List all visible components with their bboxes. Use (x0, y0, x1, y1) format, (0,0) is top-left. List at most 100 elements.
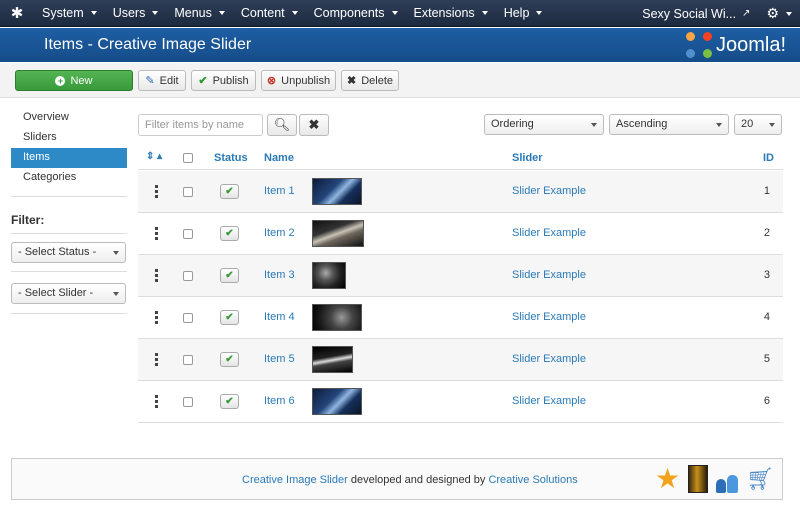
footer-icons: ★ 🛒︎ (655, 465, 774, 493)
direction-select[interactable]: Ascending (609, 114, 729, 135)
company-link[interactable]: Creative Solutions (488, 474, 577, 486)
search-input[interactable]: Filter items by name (138, 114, 263, 136)
sidebar-item-categories[interactable]: Categories (11, 168, 127, 188)
chevron-down-icon (786, 11, 792, 16)
item-name-link[interactable]: Item 4 (264, 311, 295, 323)
sidebar-item-overview[interactable]: Overview (11, 108, 127, 128)
table-row: ✔ Item 1 Slider Example 1 (138, 171, 783, 213)
menu-extensions[interactable]: Extensions (406, 0, 496, 27)
item-name-link[interactable]: Item 5 (264, 353, 295, 365)
select-status-dropdown[interactable]: - Select Status - (11, 242, 126, 263)
user-settings-menu[interactable]: ⚙ (758, 0, 800, 27)
slider-link[interactable]: Slider Example (512, 311, 586, 323)
edit-button[interactable]: ✎ Edit (138, 70, 186, 91)
sidebar-item-sliders[interactable]: Sliders (11, 128, 127, 148)
edit-icon: ✎ (145, 75, 155, 87)
publish-button[interactable]: ✔ Publish (191, 70, 256, 91)
slider-link[interactable]: Slider Example (512, 269, 586, 281)
published-toggle[interactable]: ✔ (220, 184, 239, 199)
delete-button[interactable]: ✖ Delete (341, 70, 399, 91)
chevron-down-icon (769, 123, 775, 127)
unpublish-button[interactable]: ⊗ Unpublish (261, 70, 336, 91)
item-id: 6 (763, 395, 770, 407)
drag-handle-icon[interactable] (155, 269, 159, 282)
menu-menus[interactable]: Menus (166, 0, 233, 27)
star-icon[interactable]: ★ (655, 465, 680, 493)
check-icon: ✔ (198, 75, 208, 87)
table-row: ✔ Item 5 Slider Example 5 (138, 339, 783, 381)
item-name-link[interactable]: Item 1 (264, 185, 295, 197)
limit-select[interactable]: 20 (734, 114, 782, 135)
table-row: ✔ Item 2 Slider Example 2 (138, 213, 783, 255)
menu-system[interactable]: System (34, 0, 105, 27)
menu-help[interactable]: Help (496, 0, 551, 27)
published-toggle[interactable]: ✔ (220, 268, 239, 283)
published-toggle[interactable]: ✔ (220, 310, 239, 325)
row-checkbox[interactable] (183, 355, 193, 365)
published-toggle[interactable]: ✔ (220, 394, 239, 409)
slider-link[interactable]: Slider Example (512, 227, 586, 239)
slider-link[interactable]: Slider Example (512, 395, 586, 407)
column-slider[interactable]: Slider (512, 152, 543, 164)
row-checkbox[interactable] (183, 229, 193, 239)
chevron-down-icon (113, 292, 119, 296)
slider-link[interactable]: Slider Example (512, 185, 586, 197)
menu-users[interactable]: Users (105, 0, 167, 27)
new-button[interactable]: + New (15, 70, 133, 91)
toolbar: + New ✎ Edit ✔ Publish ⊗ Unpublish ✖ Del… (0, 63, 800, 98)
product-link[interactable]: Creative Image Slider (242, 474, 348, 486)
search-button[interactable]: 🔍︎ (267, 114, 297, 136)
sidebar-item-items[interactable]: Items (11, 148, 127, 168)
drag-handle-icon[interactable] (155, 311, 159, 324)
divider (11, 271, 127, 272)
clear-button[interactable]: ✖ (299, 114, 329, 136)
close-icon: ✖ (346, 75, 357, 87)
gear-icon: ⚙ (766, 5, 779, 21)
unpublish-icon: ⊗ (266, 75, 277, 87)
row-checkbox[interactable] (183, 313, 193, 323)
drag-handle-icon[interactable] (155, 185, 159, 198)
item-thumbnail (312, 220, 364, 247)
drag-handle-icon[interactable] (155, 353, 159, 366)
slider-link[interactable]: Slider Example (512, 353, 586, 365)
drag-handle-icon[interactable] (155, 395, 159, 408)
published-toggle[interactable]: ✔ (220, 226, 239, 241)
item-id: 4 (763, 311, 770, 323)
product-box-icon[interactable] (688, 465, 709, 493)
cart-icon[interactable]: 🛒︎ (746, 465, 774, 493)
item-name-link[interactable]: Item 2 (264, 227, 295, 239)
item-name-link[interactable]: Item 3 (264, 269, 295, 281)
chevron-down-icon (291, 11, 298, 15)
select-all-checkbox[interactable] (183, 153, 193, 163)
published-toggle[interactable]: ✔ (220, 352, 239, 367)
menu-content[interactable]: Content (233, 0, 306, 27)
joomla-menu-icon[interactable]: ✱ (0, 0, 34, 27)
row-checkbox[interactable] (183, 397, 193, 407)
row-checkbox[interactable] (183, 271, 193, 281)
item-id: 3 (763, 269, 770, 281)
site-link[interactable]: Sexy Social Wi... ↗ (634, 0, 758, 27)
table-header: ⇕ ▴ Status Name Slider ID (138, 146, 783, 170)
sort-order-icon[interactable]: ⇕ ▴ (146, 151, 162, 162)
divider (11, 313, 127, 314)
row-checkbox[interactable] (183, 187, 193, 197)
ordering-select[interactable]: Ordering (484, 114, 604, 135)
support-users-icon[interactable] (716, 465, 739, 493)
column-id[interactable]: ID (763, 152, 774, 164)
item-id: 5 (763, 353, 770, 365)
chevron-down-icon (536, 11, 543, 15)
item-thumbnail (312, 178, 362, 205)
menu-components[interactable]: Components (306, 0, 406, 27)
check-icon: ✔ (225, 312, 234, 323)
drag-handle-icon[interactable] (155, 227, 159, 240)
column-name[interactable]: Name (264, 152, 294, 164)
joomla-logo: Joomla! (685, 31, 786, 59)
page-header: Items - Creative Image Slider Joomla! (0, 28, 800, 62)
item-id: 2 (763, 227, 770, 239)
column-status[interactable]: Status (214, 152, 248, 164)
item-thumbnail (312, 346, 353, 373)
select-slider-dropdown[interactable]: - Select Slider - (11, 283, 126, 304)
footer-credit: Creative Image Slider developed and desi… (242, 474, 578, 486)
item-name-link[interactable]: Item 6 (264, 395, 295, 407)
sidebar: Overview Sliders Items Categories Filter… (11, 108, 127, 314)
